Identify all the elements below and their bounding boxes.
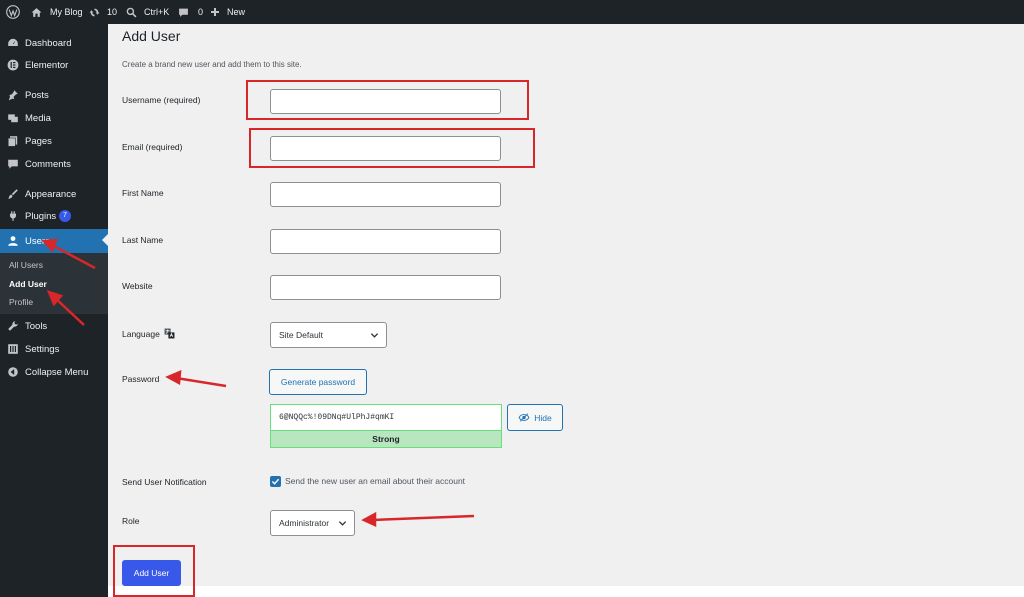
username-required: (required) — [163, 95, 201, 105]
password-label: Password — [122, 374, 160, 384]
role-select[interactable]: Administrator — [270, 510, 355, 536]
updates-link[interactable]: 10 — [89, 0, 117, 24]
comment-icon — [7, 158, 19, 170]
submenu-item-all-users[interactable]: All Users — [9, 260, 43, 270]
sidebar-item-label: Media — [25, 112, 51, 124]
new-label: New — [227, 7, 246, 17]
site-name: My Blog — [50, 7, 83, 17]
language-label-text: Language — [122, 328, 160, 339]
sidebar-item-settings[interactable]: Settings — [0, 338, 108, 360]
last-name-field[interactable] — [270, 229, 501, 254]
admin-bar: My Blog 10 Ctrl+K 0 New — [0, 0, 1024, 24]
sidebar-item-label: Posts — [25, 89, 49, 101]
username-label-text: Username — [122, 95, 162, 105]
plugins-update-badge: 7 — [59, 210, 71, 222]
submenu-item-profile[interactable]: Profile — [9, 297, 33, 307]
sidebar-item-label: Pages — [25, 135, 52, 147]
sidebar-item-label: Dashboard — [25, 37, 72, 49]
dashboard-icon — [7, 37, 19, 49]
email-label-text: Email — [122, 142, 144, 152]
chevron-down-icon — [370, 333, 379, 338]
brush-icon — [7, 188, 19, 200]
language-selected: Site Default — [279, 330, 323, 340]
home-icon — [31, 7, 42, 17]
sidebar-item-pages[interactable]: Pages — [0, 130, 108, 152]
sidebar-item-label: Appearance — [25, 188, 77, 200]
annotation-box-email — [249, 128, 535, 168]
refresh-icon — [89, 8, 100, 16]
notification-text: Send the new user an email about their a… — [285, 476, 466, 486]
email-required: (required) — [145, 142, 183, 152]
sidebar-item-dashboard[interactable]: Dashboard — [0, 32, 108, 54]
comments-count: 0 — [198, 7, 204, 17]
collapse-icon — [7, 366, 19, 378]
sidebar-item-plugins[interactable]: Plugins 7 — [0, 205, 108, 227]
website-label: Website — [122, 281, 153, 291]
sidebar-item-label: Plugins — [25, 210, 57, 222]
sidebar-item-collapse-menu[interactable]: Collapse Menu — [0, 361, 108, 383]
sidebar-item-label: Collapse Menu — [25, 366, 89, 378]
sidebar-item-users[interactable]: Users — [0, 229, 108, 253]
language-select[interactable]: Site Default — [270, 322, 387, 348]
pin-icon — [7, 89, 19, 101]
website-field[interactable] — [270, 275, 501, 300]
plus-icon — [211, 8, 219, 16]
password-strength-meter: Strong — [270, 430, 502, 448]
sidebar-item-label: Tools — [25, 320, 48, 332]
command-search-link[interactable]: Ctrl+K — [126, 0, 169, 24]
plug-icon — [7, 210, 19, 222]
comments-link[interactable]: 0 — [178, 0, 203, 24]
hide-label: Hide — [534, 412, 552, 423]
sidebar-item-label: Comments — [25, 158, 71, 170]
user-icon — [7, 235, 19, 247]
password-field[interactable]: 6@NQQc%!09DNq#UlPhJ#qmKI — [270, 404, 502, 430]
footer-strip — [108, 586, 1024, 597]
notification-checkbox[interactable] — [270, 476, 281, 487]
first-name-field[interactable] — [270, 182, 501, 207]
username-label: Username (required) — [122, 95, 200, 105]
updates-count: 10 — [107, 7, 118, 17]
language-label: Language — [122, 328, 175, 339]
sidebar-item-comments[interactable]: Comments — [0, 153, 108, 175]
new-content-link[interactable]: New — [210, 0, 245, 24]
generate-password-button[interactable]: Generate password — [269, 369, 367, 395]
elementor-icon — [7, 59, 19, 71]
site-name-link[interactable]: My Blog — [31, 0, 83, 24]
sidebar-item-label: Elementor — [25, 59, 69, 71]
translation-icon — [164, 328, 175, 339]
sidebar-item-media[interactable]: Media — [0, 107, 108, 129]
sidebar-item-label: Users — [25, 235, 50, 247]
settings-icon — [7, 343, 19, 355]
eye-slash-icon — [518, 413, 530, 422]
notification-label: Send User Notification — [122, 477, 207, 487]
media-icon — [7, 112, 19, 124]
annotation-box-add-user — [113, 545, 195, 597]
email-label: Email (required) — [122, 142, 183, 152]
hide-password-button[interactable]: Hide — [507, 404, 563, 431]
page-description: Create a brand new user and add them to … — [122, 60, 302, 69]
wordpress-logo-icon[interactable] — [6, 0, 20, 24]
comment-bubble-icon — [179, 8, 188, 17]
wrench-icon — [7, 320, 19, 332]
role-label: Role — [122, 516, 140, 526]
sidebar-item-posts[interactable]: Posts — [0, 84, 108, 106]
first-name-label: First Name — [122, 188, 164, 198]
sidebar-item-appearance[interactable]: Appearance — [0, 183, 108, 205]
sidebar-item-tools[interactable]: Tools — [0, 315, 108, 337]
checkmark-icon — [271, 478, 280, 485]
submenu-item-add-user[interactable]: Add User — [9, 279, 47, 289]
role-selected: Administrator — [279, 518, 330, 528]
annotation-box-username — [246, 80, 529, 120]
chevron-down-icon — [338, 521, 347, 526]
sidebar-item-label: Settings — [25, 343, 60, 355]
search-icon — [126, 7, 137, 17]
pages-icon — [7, 135, 19, 147]
sidebar-item-elementor[interactable]: Elementor — [0, 54, 108, 76]
page-title: Add User — [122, 28, 181, 44]
search-shortcut: Ctrl+K — [144, 7, 170, 17]
last-name-label: Last Name — [122, 235, 164, 245]
